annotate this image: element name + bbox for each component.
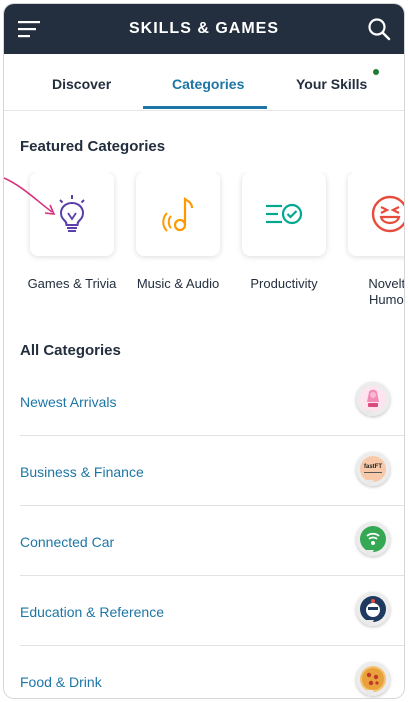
card-label-music-audio: Music & Audio (136, 276, 220, 291)
annotation-arrow-icon (4, 177, 56, 215)
checklist-icon (266, 203, 303, 225)
music-note-icon (162, 196, 194, 232)
card-label-line2: Humou (369, 292, 404, 307)
search-icon (368, 18, 391, 41)
active-tab-indicator (143, 106, 267, 109)
card-label-novelty-humour: Novelty Humou (337, 276, 404, 308)
card-novelty-humour[interactable] (348, 172, 404, 256)
list-item-food-drink[interactable]: Food & Drink (20, 646, 404, 698)
tab-discover[interactable]: Discover (52, 76, 111, 92)
car-signal-icon (356, 522, 390, 558)
list-item-newest-arrivals[interactable]: Newest Arrivals (20, 366, 404, 436)
robot-face-icon (356, 592, 390, 628)
laughing-face-icon (371, 195, 404, 233)
card-label-line1: Novelty (368, 276, 404, 291)
app-title: SKILLS & GAMES (128, 20, 279, 37)
list-item-connected-car[interactable]: Connected Car (20, 506, 404, 576)
fastft-icon: fastFT (356, 452, 390, 488)
pizza-icon (356, 662, 390, 698)
list-item-business-finance[interactable]: Business & Finance fastFT (20, 436, 404, 506)
tab-bar: Discover Categories Your Skills (4, 54, 404, 111)
list-item-label: Education & Reference (20, 604, 164, 620)
notification-dot (373, 69, 379, 75)
tab-your-skills[interactable]: Your Skills (296, 76, 367, 92)
fastft-icon-text: fastFT (364, 464, 382, 470)
list-item-education-reference[interactable]: Education & Reference (20, 576, 404, 646)
top-bar: SKILLS & GAMES (4, 4, 404, 54)
app-frame: SKILLS & GAMES Discover Categories Your … (4, 4, 404, 698)
tab-categories[interactable]: Categories (172, 76, 244, 92)
pink-figure-icon (356, 382, 390, 418)
card-label-productivity: Productivity (250, 276, 318, 291)
card-label-games-trivia: Games & Trivia (27, 276, 117, 291)
card-music-audio[interactable] (136, 172, 220, 256)
list-item-label: Newest Arrivals (20, 394, 117, 410)
featured-categories-carousel[interactable]: Games & Trivia Music & Audio Productivit… (4, 172, 404, 322)
list-item-label: Connected Car (20, 534, 115, 550)
all-categories-title: All Categories (20, 342, 121, 359)
card-productivity[interactable] (242, 172, 326, 256)
search-button[interactable] (366, 16, 392, 42)
list-item-label: Business & Finance (20, 464, 144, 480)
featured-categories-title: Featured Categories (20, 138, 166, 155)
list-item-label: Food & Drink (20, 674, 102, 690)
